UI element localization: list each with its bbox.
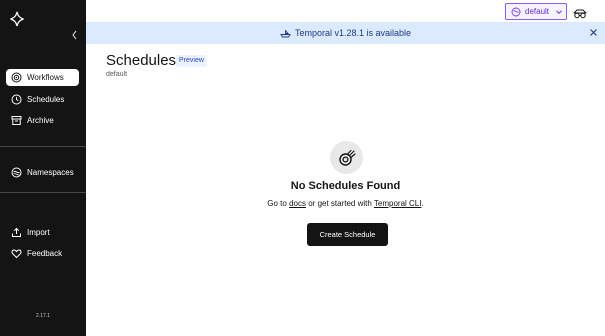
schedules-icon: [11, 94, 22, 105]
import-icon: [11, 227, 22, 238]
sidebar-item-feedback[interactable]: Feedback: [6, 245, 79, 262]
banner-text[interactable]: Temporal v1.28.1 is available: [295, 28, 411, 38]
collapse-sidebar-chevron-icon[interactable]: [70, 28, 80, 40]
empty-text-suffix: .: [421, 199, 424, 208]
sidebar-item-label: Workflows: [27, 73, 64, 82]
sidebar-item-workflows[interactable]: Workflows: [6, 69, 79, 86]
empty-state-text: Go to docs or get started with Temporal …: [86, 199, 605, 208]
namespace-icon: [511, 7, 521, 17]
feedback-icon: [11, 248, 22, 259]
namespaces-icon: [11, 167, 22, 178]
sidebar-item-label: Import: [27, 228, 50, 237]
archive-icon: [11, 115, 22, 126]
namespace-select[interactable]: default: [505, 3, 567, 20]
temporal-cli-link[interactable]: Temporal CLI: [374, 199, 422, 208]
user-icon[interactable]: [573, 6, 587, 19]
sidebar-item-schedules[interactable]: Schedules: [6, 91, 79, 108]
sidebar-item-namespaces[interactable]: Namespaces: [6, 164, 79, 181]
sidebar-item-archive[interactable]: Archive: [6, 112, 79, 129]
empty-state-title: No Schedules Found: [290, 180, 401, 192]
app-version: 2.17.1: [36, 313, 50, 319]
sidebar-item-label: Archive: [27, 116, 54, 125]
top-bar: default: [86, 0, 605, 22]
empty-text-middle: or get started with: [308, 199, 372, 208]
sidebar-divider: [0, 192, 86, 193]
namespace-select-value: default: [525, 7, 550, 16]
temporal-logo-icon[interactable]: [9, 11, 25, 27]
page-namespace: default: [106, 71, 128, 78]
page-title: Schedules: [106, 52, 177, 69]
sidebar-item-import[interactable]: Import: [6, 224, 79, 241]
chevron-down-icon: [555, 8, 563, 16]
ship-icon: [280, 29, 291, 38]
sidebar-item-label: Namespaces: [27, 168, 74, 177]
update-banner: Temporal v1.28.1 is available: [86, 22, 605, 44]
sidebar-item-label: Feedback: [27, 249, 63, 258]
preview-badge: Preview: [176, 55, 207, 67]
sidebar: Workflows Schedules Archive Namespaces I…: [0, 0, 86, 336]
close-icon[interactable]: [589, 28, 598, 37]
docs-link[interactable]: docs: [289, 199, 306, 208]
empty-state-comet-icon: [330, 141, 363, 174]
empty-text-prefix: Go to: [267, 199, 287, 208]
sidebar-item-label: Schedules: [27, 95, 65, 104]
create-schedule-button[interactable]: Create Schedule: [307, 223, 388, 246]
workflows-icon: [11, 72, 22, 83]
sidebar-divider: [0, 146, 86, 147]
